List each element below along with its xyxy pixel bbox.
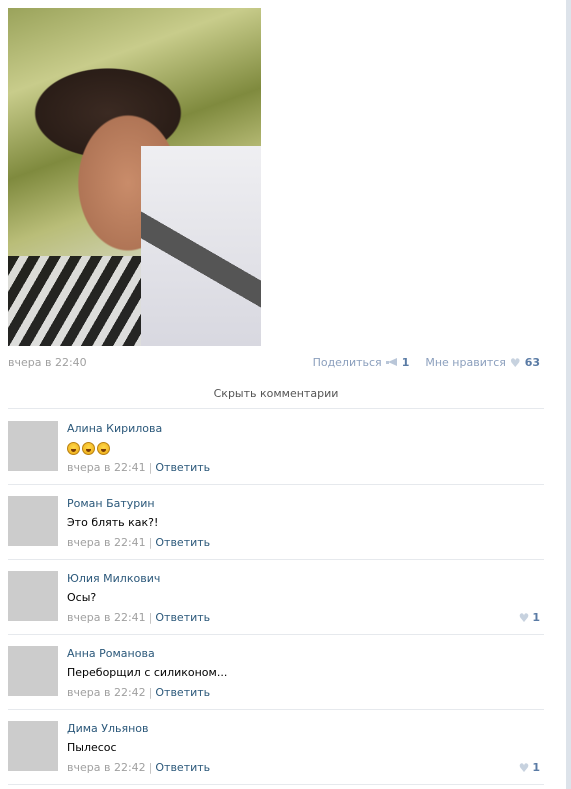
megaphone-icon[interactable] bbox=[385, 358, 398, 367]
comment-item: Юлия Милкович Осы? вчера в 22:41 | Ответит… bbox=[8, 559, 544, 635]
photo-stripes bbox=[8, 256, 148, 346]
comment-time[interactable]: вчера в 22:42 bbox=[67, 761, 146, 774]
comment-meta: вчера в 22:41 | Ответить bbox=[67, 611, 211, 624]
comment-meta: вчера в 22:42 | Ответить bbox=[67, 761, 211, 774]
reply-button[interactable]: Ответить bbox=[155, 536, 210, 549]
comment-author[interactable]: Роман Батурин bbox=[67, 497, 155, 510]
reply-button[interactable]: Ответить bbox=[155, 461, 210, 474]
comment-text: Пылесос bbox=[67, 741, 117, 754]
comment-item: Роман Батурин Это блять как?! вчера в 22… bbox=[8, 484, 544, 560]
share-count: 1 bbox=[401, 356, 410, 369]
comment-text: Осы? bbox=[67, 591, 97, 604]
photo-blanket bbox=[141, 146, 261, 346]
scared-face-emoji-icon bbox=[82, 441, 95, 455]
reply-button[interactable]: Ответить bbox=[155, 761, 210, 774]
scared-face-emoji-icon bbox=[97, 441, 110, 455]
reply-button[interactable]: Ответить bbox=[155, 611, 210, 624]
page-scroll-edge bbox=[566, 0, 571, 789]
comment-like-count: 1 bbox=[532, 761, 540, 774]
comment-item: Дима Ульянов Пылесос вчера в 22:42 | Ответ… bbox=[8, 709, 544, 785]
comment-author[interactable]: Дима Ульянов bbox=[67, 722, 149, 735]
comment-text: Это блять как?! bbox=[67, 516, 159, 529]
post-time[interactable]: вчера в 22:40 bbox=[8, 356, 87, 369]
comment-like-count: 1 bbox=[532, 611, 540, 624]
comment-time[interactable]: вчера в 22:42 bbox=[67, 686, 146, 699]
comment-time[interactable]: вчера в 22:41 bbox=[67, 611, 146, 624]
reply-button[interactable]: Ответить bbox=[155, 686, 210, 699]
like-button[interactable]: Мне нравится bbox=[425, 356, 506, 369]
avatar[interactable] bbox=[8, 721, 58, 771]
comment-text: Переборщил с силиконом... bbox=[67, 666, 228, 679]
comment-author[interactable]: Юлия Милкович bbox=[67, 572, 160, 585]
post-meta: вчера в 22:40 Поделиться 1 Мне нравится … bbox=[8, 356, 540, 370]
comment-time[interactable]: вчера в 22:41 bbox=[67, 536, 146, 549]
comment-author[interactable]: Алина Кирилова bbox=[67, 422, 162, 435]
post-photo[interactable] bbox=[8, 8, 261, 346]
hide-comments-link[interactable]: Скрыть комментарии bbox=[8, 387, 544, 400]
scared-face-emoji-icon bbox=[67, 441, 80, 455]
comment-text bbox=[67, 441, 112, 455]
comment-meta: вчера в 22:41 | Ответить bbox=[67, 536, 211, 549]
comment-author[interactable]: Анна Романова bbox=[67, 647, 155, 660]
comment-meta: вчера в 22:41 | Ответить bbox=[67, 461, 211, 474]
avatar[interactable] bbox=[8, 421, 58, 471]
avatar[interactable] bbox=[8, 571, 58, 621]
comment-likes[interactable]: ♥ 1 bbox=[519, 761, 540, 774]
like-count: 63 bbox=[524, 356, 540, 369]
comment-item: Анна Романова Переборщил с силиконом... … bbox=[8, 634, 544, 710]
comment-meta: вчера в 22:42 | Ответить bbox=[67, 686, 211, 699]
share-button[interactable]: Поделиться bbox=[313, 356, 382, 369]
comment-item: Алина Кирилова вчера в 22:41 | Ответить bbox=[8, 409, 544, 485]
heart-icon[interactable]: ♥ bbox=[519, 612, 530, 624]
comment-likes[interactable]: ♥ 1 bbox=[519, 611, 540, 624]
avatar[interactable] bbox=[8, 646, 58, 696]
avatar[interactable] bbox=[8, 496, 58, 546]
heart-icon[interactable]: ♥ bbox=[510, 357, 521, 369]
post-actions: Поделиться 1 Мне нравится ♥ 63 bbox=[313, 356, 540, 369]
heart-icon[interactable]: ♥ bbox=[519, 762, 530, 774]
comment-time[interactable]: вчера в 22:41 bbox=[67, 461, 146, 474]
